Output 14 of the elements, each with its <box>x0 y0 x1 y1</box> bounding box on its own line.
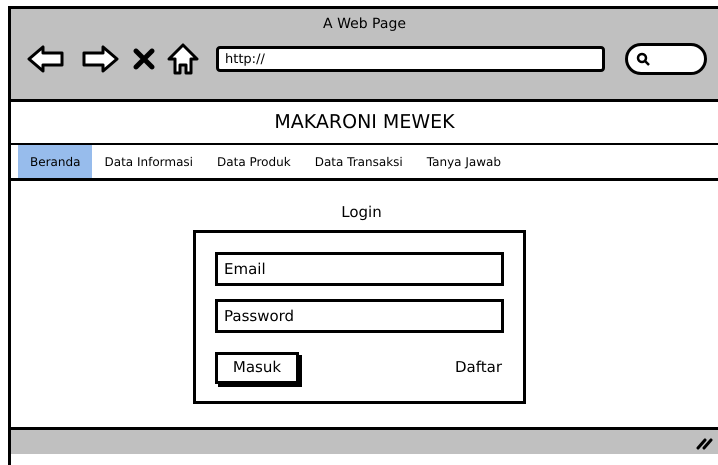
window-title: A Web Page <box>323 15 406 34</box>
forward-icon[interactable] <box>81 44 119 74</box>
search-icon <box>636 52 650 66</box>
email-field[interactable]: Email <box>215 252 504 286</box>
home-icon[interactable] <box>167 43 199 75</box>
close-icon[interactable] <box>133 48 155 70</box>
search-field[interactable] <box>625 43 707 75</box>
login-heading: Login <box>341 202 382 223</box>
nav-tab[interactable]: Beranda <box>18 145 92 178</box>
password-field[interactable]: Password <box>215 298 504 332</box>
site-title: MAKARONI MEWEK <box>274 110 455 136</box>
register-link[interactable]: Daftar <box>455 356 502 379</box>
back-icon[interactable] <box>27 44 65 74</box>
address-field[interactable]: http:// <box>216 46 605 72</box>
